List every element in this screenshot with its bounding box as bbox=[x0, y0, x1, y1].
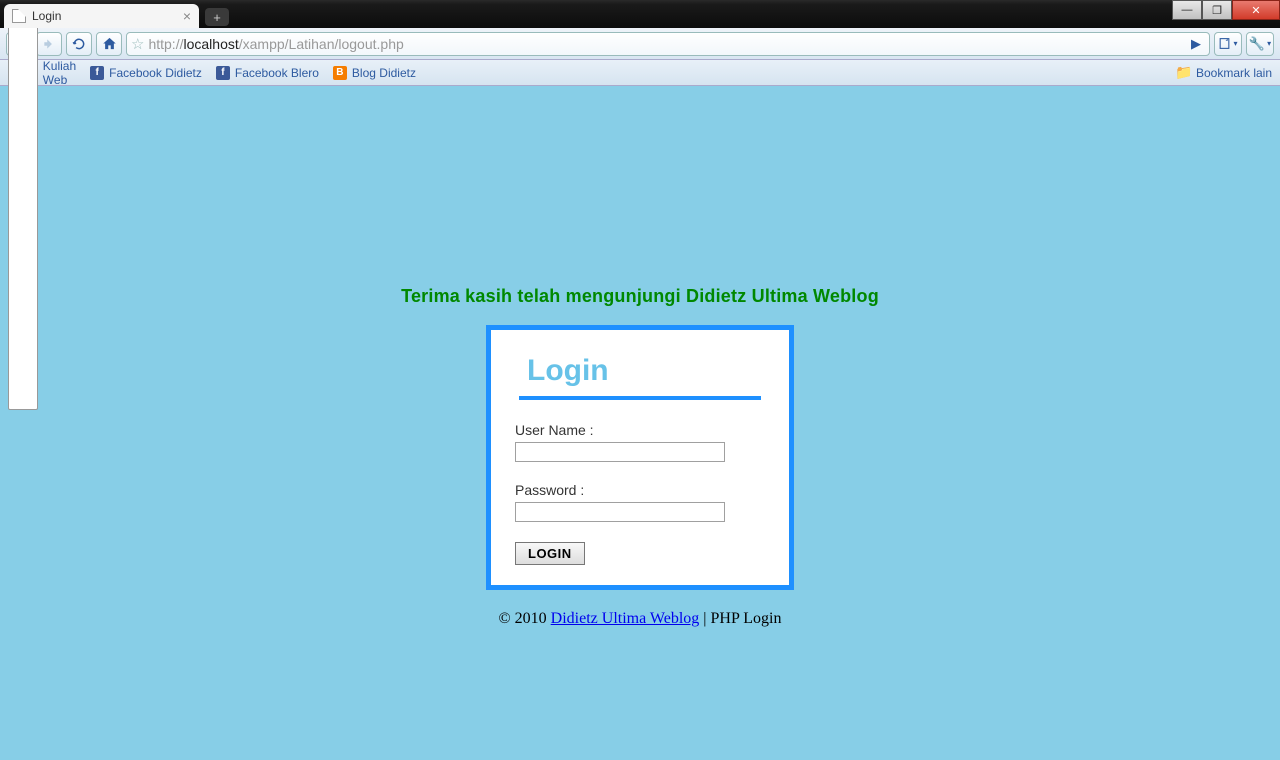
wrench-icon: 🔧 bbox=[1249, 36, 1265, 52]
facebook-icon: f bbox=[90, 66, 104, 80]
bookmark-item[interactable]: f Facebook Didietz bbox=[90, 66, 202, 80]
address-bar[interactable]: ☆ http://localhost/xampp/Latihan/logout.… bbox=[126, 32, 1210, 56]
footer: © 2010 Didietz Ultima Weblog | PHP Login bbox=[499, 610, 782, 628]
url-text[interactable]: http://localhost/xampp/Latihan/logout.ph… bbox=[148, 36, 1183, 52]
other-bookmarks[interactable]: 📁 Bookmark lain bbox=[1177, 66, 1272, 80]
browser-tab[interactable]: Login × bbox=[4, 4, 199, 28]
browser-chrome: Login × + — ❐ ✕ ☆ http://localhost/xampp… bbox=[0, 0, 1280, 86]
bookmark-item[interactable]: Kuliah Web bbox=[8, 0, 76, 410]
dropdown-caret-icon: ▾ bbox=[1267, 39, 1271, 48]
url-scheme: http:// bbox=[148, 36, 183, 52]
home-button[interactable] bbox=[96, 32, 122, 56]
page-menu-icon bbox=[1218, 37, 1231, 50]
footer-suffix: | PHP Login bbox=[699, 610, 781, 627]
bookmark-item[interactable]: B Blog Didietz bbox=[333, 66, 416, 80]
url-host: localhost bbox=[183, 36, 238, 52]
close-tab-icon[interactable]: × bbox=[183, 8, 191, 24]
divider bbox=[519, 396, 761, 400]
page-icon bbox=[12, 9, 26, 23]
bookmark-label: Facebook Didietz bbox=[109, 66, 202, 80]
bookmarks-bar: Kuliah Web f Facebook Didietz f Facebook… bbox=[0, 60, 1280, 86]
footer-link[interactable]: Didietz Ultima Weblog bbox=[551, 610, 700, 627]
tab-strip: Login × + — ❐ ✕ bbox=[0, 0, 1280, 28]
bookmark-label: Blog Didietz bbox=[352, 66, 416, 80]
window-controls: — ❐ ✕ bbox=[1172, 0, 1280, 20]
close-window-button[interactable]: ✕ bbox=[1232, 0, 1280, 20]
tab-title: Login bbox=[32, 9, 61, 23]
username-label: User Name : bbox=[515, 422, 765, 438]
home-icon bbox=[102, 36, 117, 51]
nav-bar: ☆ http://localhost/xampp/Latihan/logout.… bbox=[0, 28, 1280, 60]
minimize-button[interactable]: — bbox=[1172, 0, 1202, 20]
url-path: /xampp/Latihan/logout.php bbox=[239, 36, 404, 52]
bookmark-star-icon[interactable]: ☆ bbox=[131, 35, 144, 53]
page-menu-button[interactable]: ▾ bbox=[1214, 32, 1242, 56]
settings-button[interactable]: 🔧 ▾ bbox=[1246, 32, 1274, 56]
footer-prefix: © 2010 bbox=[499, 610, 551, 627]
dropdown-caret-icon: ▾ bbox=[1233, 39, 1237, 48]
folder-icon: 📁 bbox=[1177, 66, 1191, 80]
login-form: Login User Name : Password : LOGIN bbox=[486, 325, 794, 590]
bookmark-item[interactable]: f Facebook Blero bbox=[216, 66, 319, 80]
password-input[interactable] bbox=[515, 502, 725, 522]
maximize-button[interactable]: ❐ bbox=[1202, 0, 1232, 20]
username-input[interactable] bbox=[515, 442, 725, 462]
page-icon bbox=[8, 0, 38, 410]
other-bookmarks-label: Bookmark lain bbox=[1196, 66, 1272, 80]
bookmark-label: Facebook Blero bbox=[235, 66, 319, 80]
login-button[interactable]: LOGIN bbox=[515, 542, 585, 565]
bookmark-label: Kuliah Web bbox=[43, 59, 76, 87]
login-title: Login bbox=[527, 354, 765, 388]
blogger-icon: B bbox=[333, 66, 347, 80]
facebook-icon: f bbox=[216, 66, 230, 80]
page-body: Terima kasih telah mengunjungi Didietz U… bbox=[0, 86, 1280, 760]
password-label: Password : bbox=[515, 482, 765, 498]
new-tab-button[interactable]: + bbox=[205, 8, 229, 26]
thank-you-heading: Terima kasih telah mengunjungi Didietz U… bbox=[401, 286, 879, 307]
go-button[interactable]: ▶ bbox=[1187, 36, 1205, 52]
